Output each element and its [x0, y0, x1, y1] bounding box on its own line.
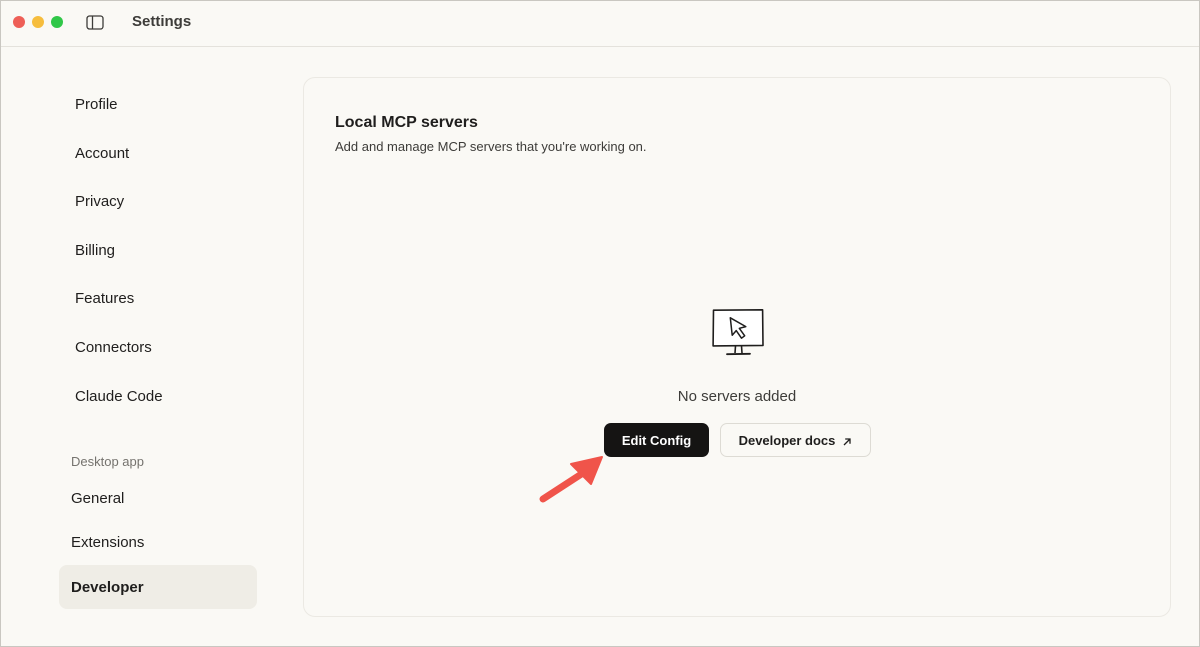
pointer-arrow-icon — [536, 451, 611, 511]
maximize-window-button[interactable] — [51, 16, 63, 28]
panel-title: Local MCP servers — [335, 114, 478, 131]
close-window-button[interactable] — [13, 16, 25, 28]
edit-config-button[interactable]: Edit Config — [604, 423, 709, 457]
empty-state-text: No servers added — [677, 388, 797, 405]
sidebar-item-extensions[interactable]: Extensions — [59, 520, 257, 564]
sidebar-item-general[interactable]: General — [59, 476, 257, 520]
mcp-servers-panel: Local MCP servers Add and manage MCP ser… — [303, 77, 1171, 617]
external-link-icon — [842, 435, 852, 446]
sidebar-item-developer[interactable]: Developer — [59, 565, 257, 609]
sidebar-item-profile[interactable]: Profile — [59, 82, 257, 126]
panel-subtitle: Add and manage MCP servers that you're w… — [335, 139, 647, 154]
minimize-window-button[interactable] — [32, 16, 44, 28]
edit-config-label: Edit Config — [621, 432, 692, 448]
settings-sidebar: Profile Account Privacy Billing Features… — [1, 47, 271, 646]
settings-window: Settings Profile Account Privacy Billing… — [0, 0, 1200, 647]
developer-docs-label: Developer docs — [738, 432, 836, 448]
sidebar-item-features[interactable]: Features — [59, 276, 257, 320]
developer-docs-button[interactable]: Developer docs — [720, 423, 871, 457]
sidebar-item-claude-code[interactable]: Claude Code — [59, 374, 257, 418]
sidebar-item-account[interactable]: Account — [59, 131, 257, 175]
sidebar-item-privacy[interactable]: Privacy — [59, 179, 257, 223]
sidebar-toggle-icon[interactable] — [86, 15, 104, 30]
window-title: Settings — [132, 13, 192, 30]
monitor-cursor-icon — [710, 307, 766, 361]
sidebar-item-billing[interactable]: Billing — [59, 228, 257, 272]
sidebar-section-label: Desktop app — [71, 454, 144, 469]
sidebar-item-connectors[interactable]: Connectors — [59, 325, 257, 369]
title-bar: Settings — [1, 1, 1199, 47]
